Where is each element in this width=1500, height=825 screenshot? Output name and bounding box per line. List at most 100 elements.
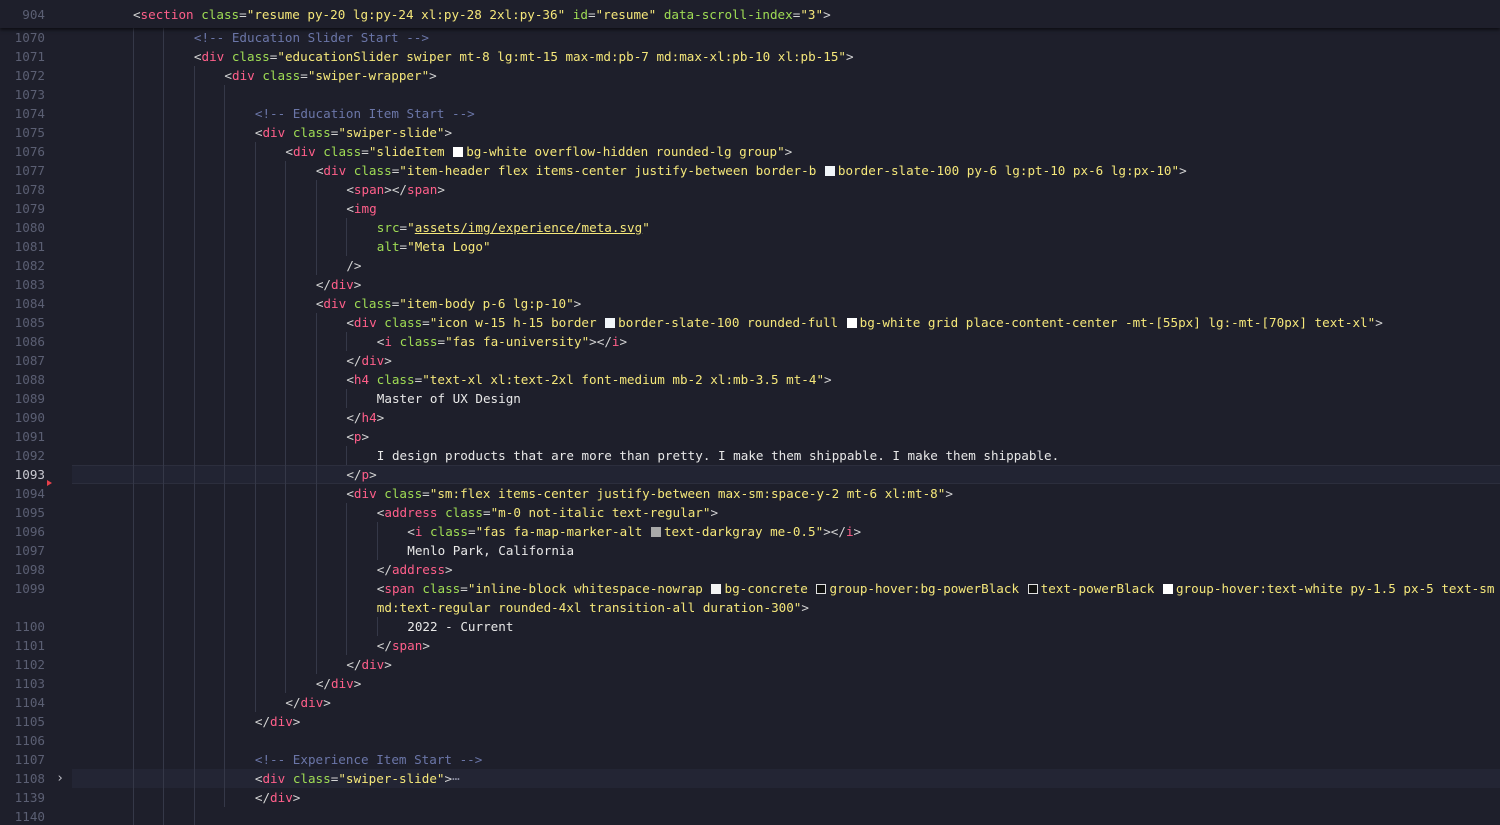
code-row[interactable]: 1085 <div class="icon w-15 h-15 border bo… [0, 313, 1500, 332]
code-row[interactable]: 1139 </div> [0, 788, 1500, 807]
code-line[interactable]: </div> [316, 275, 362, 294]
code-row[interactable]: 1097 Menlo Park, California [0, 541, 1500, 560]
code-line[interactable]: Menlo Park, California [407, 541, 574, 560]
current-line[interactable]: 1093 </p> [0, 465, 1500, 484]
code-row[interactable]: 1099 <span class="inline-block whitespace… [0, 579, 1500, 598]
color-swatch-icon[interactable] [453, 147, 464, 157]
string-value: "text-xl xl:text-2xl font-medium mb-2 xl… [422, 372, 825, 387]
code-line[interactable]: <section class="resume py-20 lg:py-24 xl… [133, 5, 831, 24]
code-row[interactable]: 1090 </h4> [0, 408, 1500, 427]
code-row[interactable]: 1092 I design products that are more than… [0, 446, 1500, 465]
code-line[interactable]: <div class="swiper-slide"> [255, 123, 452, 142]
code-line[interactable]: </div> [285, 693, 331, 712]
code-row[interactable]: 1077 <div class="item-header flex items-c… [0, 161, 1500, 180]
line-number: 1080 [14, 220, 45, 235]
code-line[interactable]: </p> [346, 465, 376, 484]
code-row[interactable]: 1073 [0, 85, 1500, 104]
code-row[interactable]: 1096 < i class="fas fa-map-marker-alt text… [0, 522, 1500, 541]
code-row[interactable]: 1071 <div class="educationSlider swiper m… [0, 47, 1500, 66]
code-line[interactable]: <img [346, 199, 376, 218]
code-row[interactable]: 1089 Master of UX Design [0, 389, 1500, 408]
code-row[interactable]: 1082 /> [0, 256, 1500, 275]
code-row[interactable]: md:text-regular rounded-4xl transition-a… [0, 598, 1500, 617]
code-line[interactable]: </div> [255, 712, 301, 731]
code-line[interactable]: /> [346, 256, 361, 275]
code-row[interactable]: 1095 <address class="m-0 not-italic text-… [0, 503, 1500, 522]
code-line[interactable]: <address class="m-0 not-italic text-regu… [377, 503, 718, 522]
code-row[interactable]: 1098 </address> [0, 560, 1500, 579]
code-row[interactable]: 1100 2022 - Current [0, 617, 1500, 636]
code-line[interactable]: <h4 class="text-xl xl:text-2xl font-medi… [346, 370, 831, 389]
indent-guide [285, 636, 287, 655]
code-line[interactable]: <div class="swiper-slide">⋯ [255, 769, 460, 788]
link-string[interactable]: assets/img/experience/meta.svg [415, 220, 642, 235]
code-line[interactable]: <div class="icon w-15 h-15 border border… [346, 313, 1383, 332]
code-line[interactable]: <i class="fas fa-university"></i> [377, 332, 627, 351]
code-row[interactable]: 1140 [0, 807, 1500, 825]
code-row[interactable]: 1102 </div> [0, 655, 1500, 674]
code-row[interactable]: 1091 <p> [0, 427, 1500, 446]
code-row[interactable]: 1080 src="assets/img/experience/meta.svg" [0, 218, 1500, 237]
color-swatch-icon[interactable] [605, 318, 616, 328]
code-row[interactable]: 1107 <!-- Experience Item Start --> [0, 750, 1500, 769]
code-line[interactable]: <span class="inline-block whitespace-now… [377, 579, 1495, 598]
code-row[interactable]: 1101 </span> [0, 636, 1500, 655]
code-row[interactable]: 1105 </div> [0, 712, 1500, 731]
code-line[interactable]: </span> [377, 636, 430, 655]
code-row[interactable]: 1087 </div> [0, 351, 1500, 370]
code-line[interactable]: src="assets/img/experience/meta.svg" [377, 218, 650, 237]
code-line[interactable]: < i class="fas fa-map-marker-alt text-dar… [407, 522, 861, 541]
code-line[interactable]: <div class="slideItem bg-white overflow-… [285, 142, 792, 161]
code-line[interactable]: </address> [377, 560, 453, 579]
code-line[interactable]: <span></span> [346, 180, 445, 199]
code-line[interactable]: <div class="item-body p-6 lg:p-10"> [316, 294, 581, 313]
code-line[interactable]: </div> [346, 655, 392, 674]
code-row[interactable]: 1078 <span></span> [0, 180, 1500, 199]
code-row[interactable]: 1075 <div class="swiper-slide"> [0, 123, 1500, 142]
code-line[interactable]: Master of UX Design [377, 389, 521, 408]
code-line[interactable]: 2022 - Current [407, 617, 513, 636]
color-swatch-icon[interactable] [1162, 584, 1173, 594]
code-line[interactable]: md:text-regular rounded-4xl transition-a… [377, 598, 809, 617]
sticky-scroll-line[interactable]: 904 <section class="resume py-20 lg:py-24… [0, 0, 1500, 28]
code-row[interactable]: 1088 <h4 class="text-xl xl:text-2xl font-… [0, 370, 1500, 389]
code-row[interactable]: 1079 <img [0, 199, 1500, 218]
color-swatch-icon[interactable] [711, 584, 722, 594]
tag-name: span [391, 638, 423, 653]
code-line[interactable]: <div class="sm:flex items-center justify… [346, 484, 953, 503]
code-row[interactable]: 1106 [0, 731, 1500, 750]
code-row[interactable]: 1081 alt="Meta Logo" [0, 237, 1500, 256]
color-swatch-icon[interactable] [824, 166, 835, 176]
code-row[interactable]: 1094 <div class="sm:flex items-center jus… [0, 484, 1500, 503]
fold-ellipsis[interactable]: ⋯ [452, 771, 460, 786]
code-editor[interactable]: 904 <section class="resume py-20 lg:py-24… [0, 0, 1500, 825]
code-line[interactable]: <div class="swiper-wrapper"> [224, 66, 436, 85]
code-line[interactable]: <p> [346, 427, 369, 446]
code-row[interactable]: 1086 <i class="fas fa-university"></i> [0, 332, 1500, 351]
code-line[interactable]: <!-- Education Item Start --> [255, 104, 475, 123]
chevron-right-icon[interactable]: › [53, 769, 67, 788]
code-row[interactable]: 1104 </div> [0, 693, 1500, 712]
code-line[interactable]: </h4> [346, 408, 384, 427]
code-row[interactable]: 1108 › <div class="swiper-slide">⋯ [0, 769, 1500, 788]
code-line[interactable]: I design products that are more than pre… [377, 446, 1059, 465]
code-line[interactable]: </div> [255, 788, 301, 807]
code-row[interactable]: 1084 <div class="item-body p-6 lg:p-10"> [0, 294, 1500, 313]
code-row[interactable]: 1072 <div class="swiper-wrapper"> [0, 66, 1500, 85]
code-line[interactable]: <div class="educationSlider swiper mt-8 … [194, 47, 854, 66]
code-line[interactable]: <div class="item-header flex items-cente… [316, 161, 1187, 180]
code-line[interactable]: </div> [346, 351, 392, 370]
color-swatch-icon[interactable] [650, 527, 661, 537]
code-line[interactable]: <!-- Education Slider Start --> [194, 28, 429, 47]
code-line[interactable]: <!-- Experience Item Start --> [255, 750, 482, 769]
code-row[interactable]: 1070 <!-- Education Slider Start --> [0, 28, 1500, 47]
code-row[interactable]: 1103 </div> [0, 674, 1500, 693]
color-swatch-icon[interactable] [846, 318, 857, 328]
code-line[interactable]: </div> [316, 674, 362, 693]
color-swatch-icon[interactable] [1027, 584, 1038, 594]
color-swatch-icon[interactable] [816, 584, 827, 594]
code-row[interactable]: 1076 <div class="slideItem bg-white overf… [0, 142, 1500, 161]
code-row[interactable]: 1083 </div> [0, 275, 1500, 294]
code-line[interactable]: alt="Meta Logo" [377, 237, 491, 256]
code-row[interactable]: 1074 <!-- Education Item Start --> [0, 104, 1500, 123]
